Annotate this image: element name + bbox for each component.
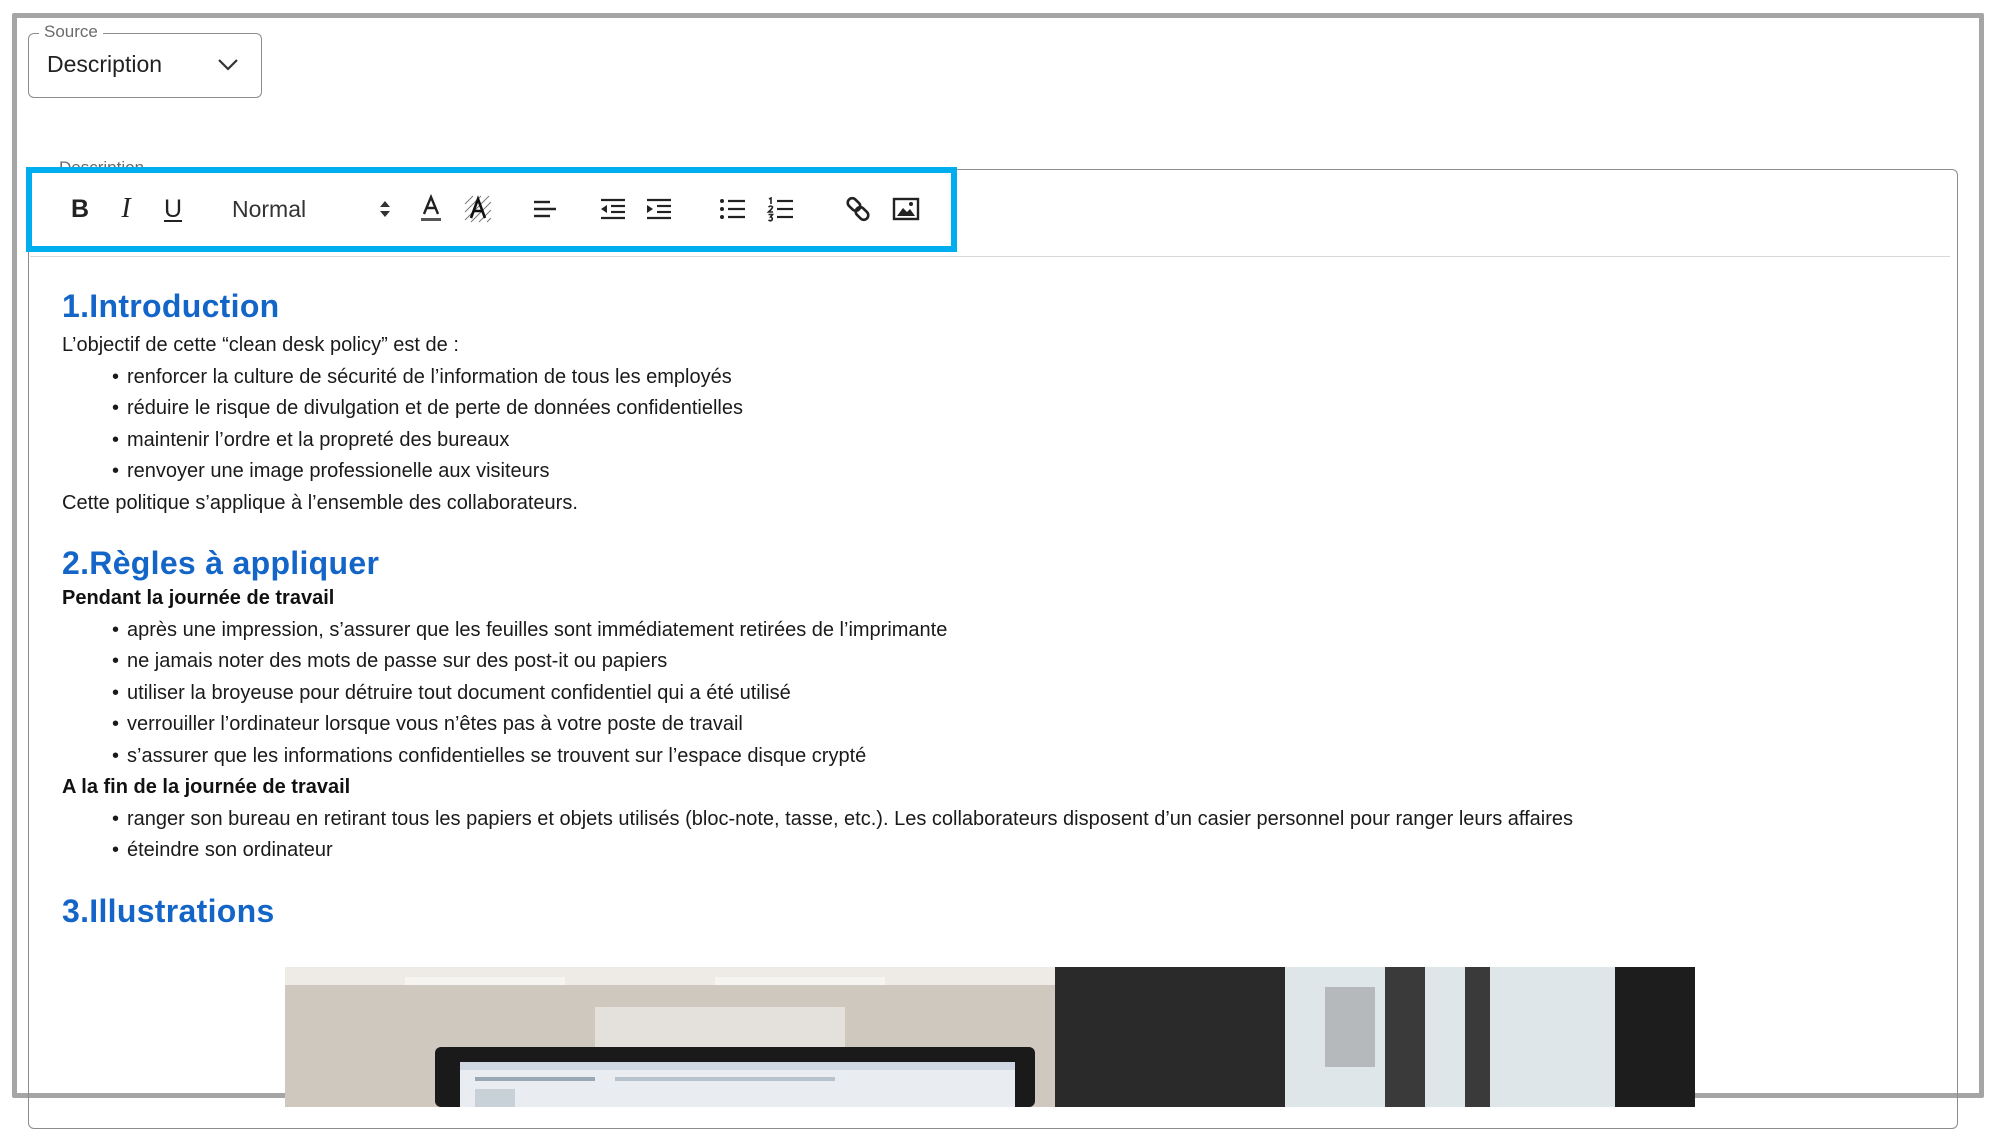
intro-text: L’objectif de cette “clean desk policy” …	[62, 334, 459, 356]
text-style-value: Normal	[232, 195, 307, 222]
list-item: renforcer la culture de sécurité de l’in…	[112, 362, 1942, 394]
office-desk-photo	[285, 967, 1695, 1107]
source-legend: Source	[39, 21, 103, 43]
list-item: après une impression, s’assurer que les …	[112, 615, 1942, 647]
underline-icon: U	[163, 194, 183, 223]
background-color-button[interactable]	[462, 191, 494, 227]
rules-bullets-end: ranger son bureau en retirant tous les p…	[62, 804, 1942, 867]
align-left-icon	[534, 200, 556, 218]
outdent-icon	[601, 198, 625, 220]
list-item: utiliser la broyeuse pour détruire tout …	[112, 678, 1942, 710]
image-button[interactable]	[890, 191, 922, 227]
bold-button[interactable]: B	[66, 191, 94, 227]
intro-bullets: renforcer la culture de sécurité de l’in…	[62, 362, 1942, 488]
list-item: ne jamais noter des mots de passe sur de…	[112, 646, 1942, 678]
outdent-button[interactable]	[598, 191, 628, 227]
bullet-list-icon	[720, 199, 745, 219]
text-color-icon	[421, 194, 441, 221]
numbered-list-button[interactable]	[766, 191, 796, 227]
italic-icon: I	[121, 193, 131, 224]
rules-bullets-day: après une impression, s’assurer que les …	[62, 615, 1942, 773]
editor-content[interactable]: 1.Introduction L’objectif de cette “clea…	[62, 286, 1942, 931]
italic-button[interactable]: I	[112, 191, 140, 227]
bullet-list-button[interactable]	[718, 191, 748, 227]
list-item: verrouiller l’ordinateur lorsque vous n’…	[112, 709, 1942, 741]
heading-illustrations: 3.Illustrations	[62, 892, 275, 929]
text-style-select[interactable]: Normal	[232, 191, 392, 227]
align-button[interactable]	[530, 191, 560, 227]
source-select[interactable]: Source Description	[28, 21, 262, 98]
subheading-during-day: Pendant la journée de travail	[62, 587, 335, 609]
link-icon	[846, 196, 870, 222]
indent-button[interactable]	[644, 191, 674, 227]
text-color-button[interactable]	[416, 191, 446, 227]
background-color-icon	[464, 195, 492, 223]
bold-icon: B	[70, 194, 90, 223]
link-button[interactable]	[842, 191, 874, 227]
list-item: réduire le risque de divulgation et de p…	[112, 393, 1942, 425]
illustration-photo	[285, 967, 1695, 1107]
list-item: ranger son bureau en retirant tous les p…	[112, 804, 1942, 836]
heading-introduction: 1.Introduction	[62, 288, 280, 324]
heading-rules: 2.Règles à appliquer	[62, 545, 380, 581]
list-item: maintenir l’ordre et la propreté des bur…	[112, 425, 1942, 457]
chevron-down-icon	[218, 59, 238, 71]
toolbar-divider	[30, 256, 1950, 257]
underline-button[interactable]: U	[158, 191, 188, 227]
list-item: éteindre son ordinateur	[112, 835, 1942, 867]
editor-toolbar: B I U Normal	[26, 167, 957, 252]
subheading-end-of-day: A la fin de la journée de travail	[62, 776, 351, 798]
source-value: Description	[47, 51, 163, 77]
numbered-list-icon	[767, 196, 793, 222]
list-item: renvoyer une image professionelle aux vi…	[112, 456, 1942, 488]
up-down-arrows-icon	[380, 201, 390, 217]
image-icon	[892, 197, 920, 221]
outro-text: Cette politique s’applique à l’ensemble …	[62, 491, 578, 514]
list-item: s’assurer que les informations confident…	[112, 741, 1942, 773]
indent-icon	[647, 198, 671, 220]
